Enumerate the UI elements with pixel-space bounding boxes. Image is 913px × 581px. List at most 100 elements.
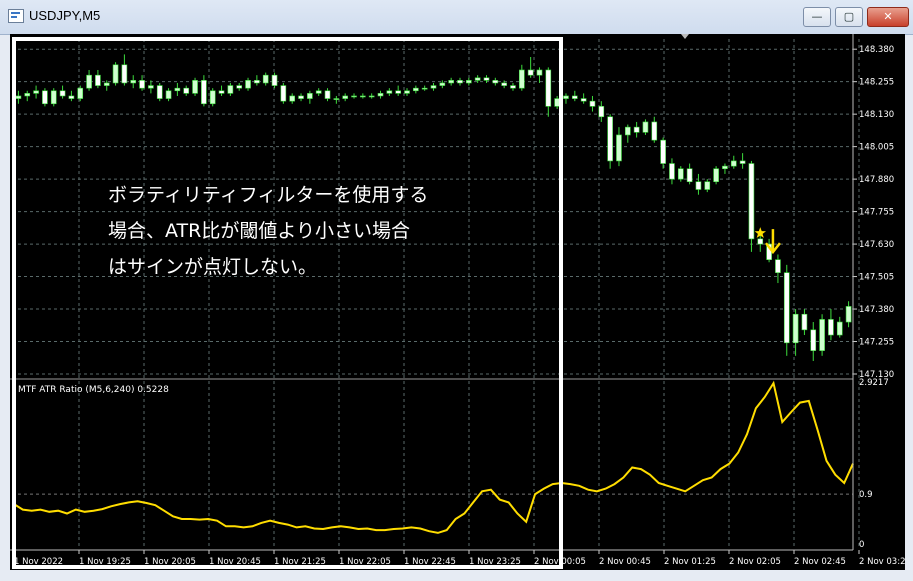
candle-body [836,321,843,336]
chart-window-icon [8,9,24,23]
candle-body [828,319,834,336]
annotation-line-1: ボラティリティフィルターを使用する [108,184,428,206]
candle-body [792,313,799,344]
time-tick-label: 2 Nov 00:45 [599,557,651,567]
candle-body [519,69,525,89]
indicator-pane [12,380,854,534]
candle-body [368,95,375,98]
candle-body [730,160,737,167]
annotation-box [12,37,563,569]
candle-body [280,85,287,102]
price-tick-label: 147.255 [859,338,894,348]
candle-body [845,306,852,323]
close-icon: ✕ [883,10,893,23]
atr-ratio-line [13,380,854,534]
candle-body [24,93,31,97]
price-tick-label: 147.880 [859,175,894,185]
candle-body [201,80,207,105]
candle-body [324,90,331,99]
candle-body [307,93,313,99]
candle-body [457,80,463,84]
candle-body [183,87,190,94]
window-title: USDJPY,M5 [29,8,101,23]
candle-body [386,90,393,94]
candle-body [174,87,181,92]
candle-body [218,90,225,94]
candle-body [686,168,693,183]
candle-body [59,90,66,97]
chart-shift-marker [681,34,689,39]
price-tick-label: 148.380 [859,45,894,55]
time-tick-label: 2 Nov 03:25 [859,557,905,567]
candle-body [589,100,596,107]
candle-body [245,80,251,89]
chart-svg: 148.380 148.255 148.130 148.005 147.880 147.7… [10,34,911,569]
candle-body [545,69,552,107]
price-tick-label: 147.380 [859,305,894,315]
candle-body [510,85,516,89]
candle-body [439,82,446,86]
candle-body [351,95,357,98]
candles [15,54,852,362]
candle-body [607,116,613,162]
candle-body [68,95,75,99]
candle-body [413,87,419,92]
candle-body [315,90,322,94]
grid [12,39,860,546]
candle-body [298,95,304,99]
indicator-tick-label: 0.9 [859,490,873,500]
candle-body [660,139,666,164]
window-titlebar: USDJPY,M5 — ▢ ✕ [0,0,913,35]
price-tick-label: 148.005 [859,143,894,153]
candle-body [748,163,755,240]
candle-body [527,69,534,76]
candle-body [156,85,163,99]
candle-body [103,82,110,86]
candle-body [651,121,658,141]
candle-body [474,77,481,81]
candle-body [254,80,260,84]
indicator-tick-label: 0 [859,540,864,550]
candle-body [563,95,569,99]
candle-body [15,95,22,99]
candle-body [50,90,57,105]
candle-body [633,126,640,133]
minimize-button[interactable]: — [803,7,831,27]
candle-body [395,90,401,94]
candle-body [572,95,578,99]
candle-body [616,134,622,162]
candle-body [421,87,428,90]
candle-body [810,329,817,351]
candle-body [289,95,295,102]
candle-body [677,168,684,180]
candle-body [77,87,84,99]
candle-body [580,98,587,102]
candle-body [466,80,472,84]
candle-body [713,168,719,183]
candle-body [598,106,605,118]
price-tick-label: 147.630 [859,240,894,250]
candle-body [757,238,764,245]
candle-body [236,85,243,89]
candle-body [448,80,454,84]
maximize-button[interactable]: ▢ [835,7,863,27]
time-tick-label: 2 Nov 02:05 [729,557,781,567]
close-button[interactable]: ✕ [867,7,909,27]
candle-body [554,98,560,107]
candle-body [695,181,702,190]
candle-body [227,85,234,94]
price-tick-label: 148.130 [859,110,894,120]
candle-body [722,165,728,170]
candle-body [112,64,119,84]
time-tick-label: 2 Nov 02:45 [794,557,846,567]
candle-body [262,74,269,84]
candle-body [801,313,808,331]
minimize-icon: — [811,10,823,23]
candle-body [739,160,746,164]
candle-body [704,181,711,190]
chart-area[interactable]: 148.380 148.255 148.130 148.005 147.880 147.7… [10,34,911,570]
candle-body [669,163,675,180]
maximize-icon: ▢ [843,10,855,23]
candle-body [95,74,101,86]
candle-body [492,80,499,84]
